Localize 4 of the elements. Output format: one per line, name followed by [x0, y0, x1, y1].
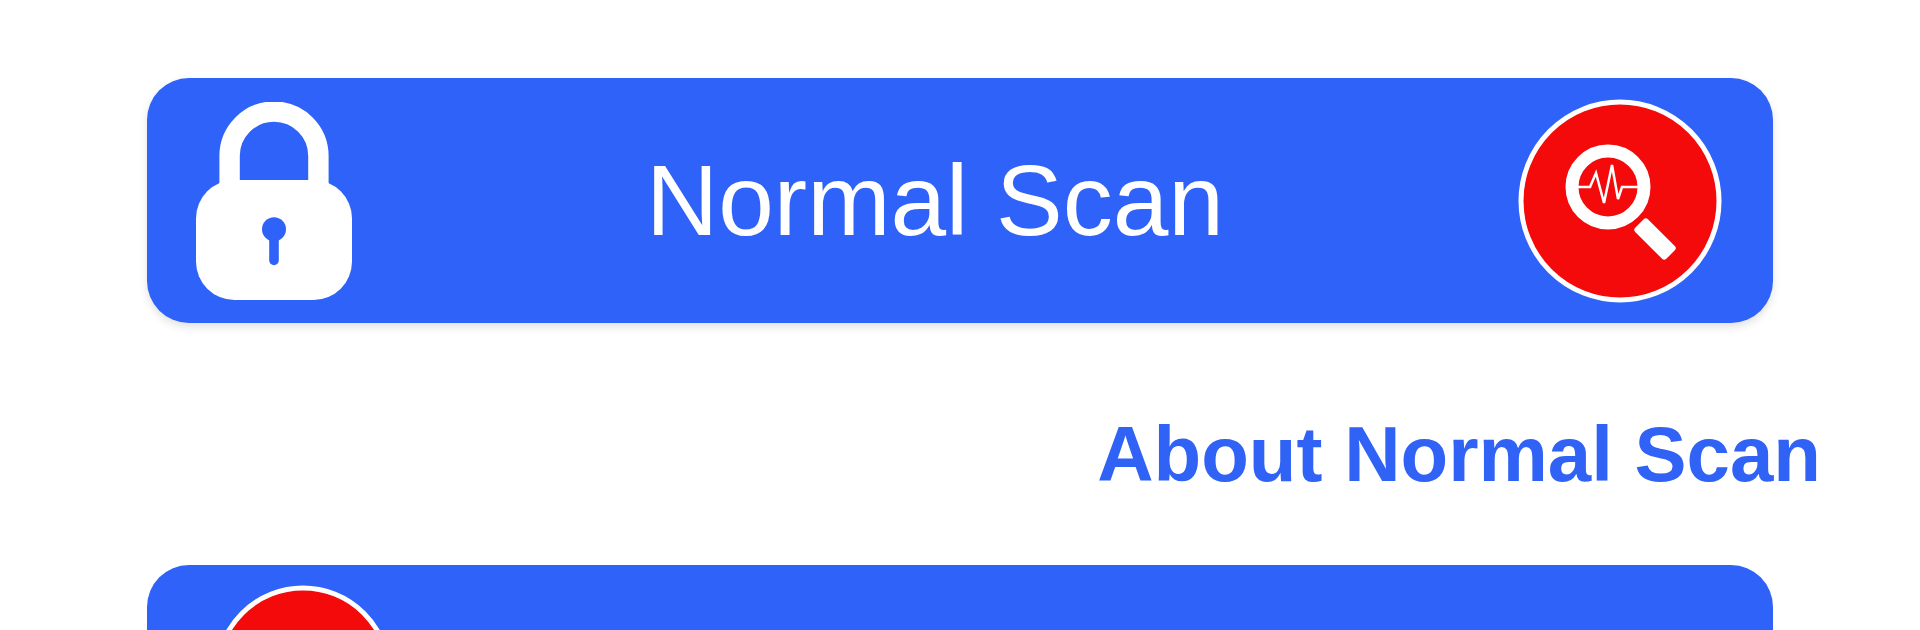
about-link[interactable]: About Normal Scan	[1097, 415, 1821, 493]
padlock-icon	[196, 101, 352, 300]
magnifier-icon	[1518, 98, 1722, 303]
normal-scan-button[interactable]: Normal Scan	[147, 78, 1773, 323]
